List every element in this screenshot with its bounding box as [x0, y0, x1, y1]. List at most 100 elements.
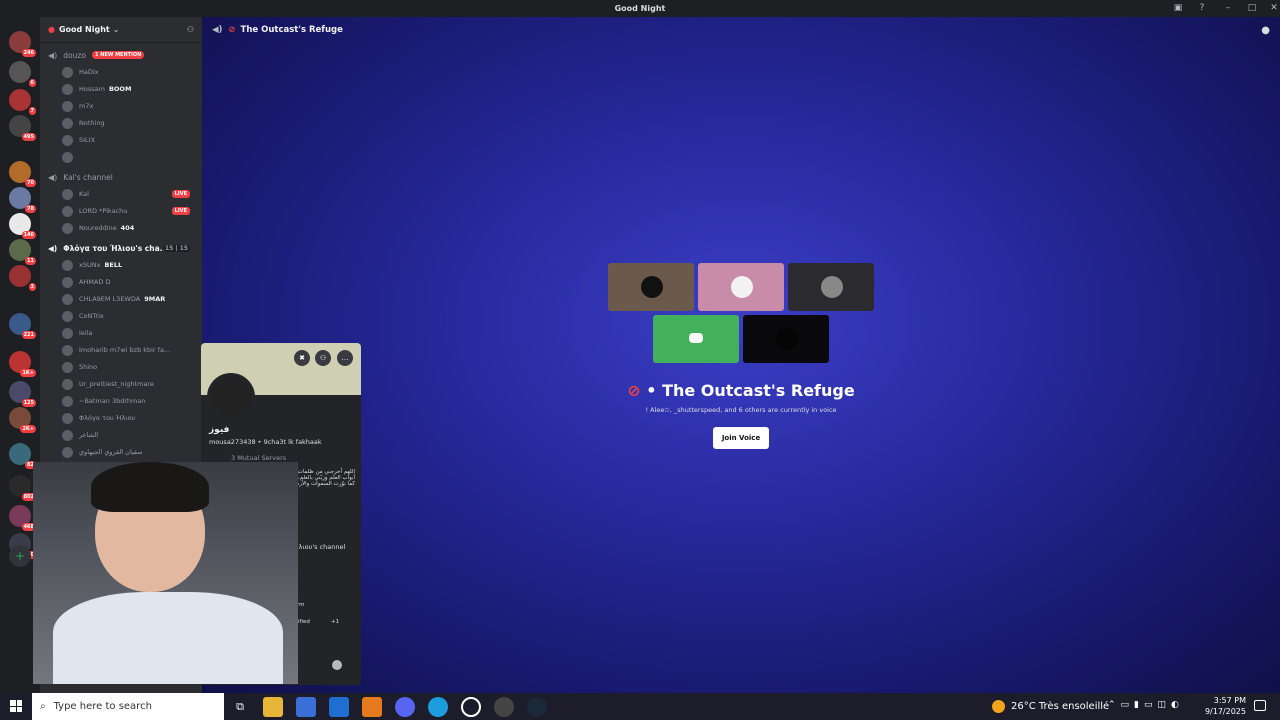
clock[interactable]: 3:57 PM 9/17/2025	[1200, 695, 1246, 717]
file-explorer-icon[interactable]	[263, 697, 283, 717]
taskbar-search[interactable]: ⌕ Type here to search	[32, 693, 224, 720]
voice-user[interactable]: leila	[40, 325, 200, 341]
avatar	[207, 373, 255, 421]
minimize-button[interactable]: –	[1216, 0, 1240, 17]
avatar	[776, 328, 798, 350]
avatar	[62, 151, 73, 163]
voice-user[interactable]: CoNTrix	[40, 308, 200, 324]
help-icon[interactable]: ?	[1190, 0, 1214, 17]
voice-channel[interactable]: ◀) Φλόγα του Ήλιου's cha... 15 | 15	[40, 240, 200, 256]
discord-icon[interactable]	[395, 697, 415, 717]
webcam-overlay	[33, 462, 298, 684]
add-member-icon[interactable]: ⚇	[187, 25, 194, 34]
server-icon[interactable]: 468	[9, 505, 36, 531]
more-icon[interactable]: …	[337, 350, 353, 366]
server-icon[interactable]: 246	[9, 31, 36, 57]
voice-channel[interactable]: ◀) Kal's channel	[40, 169, 200, 185]
channel-row-label: CoNTrix	[79, 312, 104, 320]
channel-header: ◀) ⊘ The Outcast's Refuge ●	[202, 17, 1280, 43]
server-icon[interactable]: 70	[9, 161, 36, 187]
avatar	[62, 310, 73, 322]
channel-row-label: xSUNx	[79, 261, 101, 269]
app-icon[interactable]	[494, 697, 514, 717]
mention-badge[interactable]: 1 NEW MENTION	[92, 51, 145, 59]
mutual-servers[interactable]: 3 Mutual Servers	[231, 454, 286, 462]
edge-icon[interactable]	[428, 697, 448, 717]
app-icon[interactable]	[461, 697, 481, 717]
store-icon[interactable]	[296, 697, 316, 717]
user-tag: 404	[120, 224, 135, 232]
voice-user[interactable]: HaDix	[40, 64, 200, 80]
voice-user[interactable]: SILIX	[40, 132, 200, 148]
server-icon[interactable]: 1K+	[9, 351, 36, 377]
weather-text[interactable]: 26°C Très ensoleillé	[1011, 701, 1109, 712]
no-entry-icon: ⊘	[627, 381, 641, 400]
server-icon[interactable]: 221	[9, 313, 36, 339]
server-icon[interactable]: 3	[9, 265, 36, 291]
server-icon[interactable]: 6	[9, 61, 36, 87]
server-header[interactable]: ● Good Night ⌄ ⚇	[40, 17, 202, 43]
emoji-icon[interactable]	[332, 660, 342, 670]
outlook-icon[interactable]	[329, 697, 349, 717]
add-friend-icon[interactable]: ⚇	[315, 350, 331, 366]
voice-user[interactable]: m7x	[40, 98, 200, 114]
server-icon[interactable]: 2K+	[9, 407, 36, 433]
unread-badge: 495	[21, 133, 36, 141]
join-voice-button[interactable]: Join Voice	[713, 427, 769, 449]
user-tag: BELL	[104, 261, 123, 269]
avatar	[62, 134, 73, 146]
task-view-icon[interactable]: ⧉	[230, 697, 250, 717]
server-icon[interactable]: 146	[9, 213, 36, 239]
participant-tile[interactable]	[788, 263, 874, 311]
voice-user[interactable]: Hossam BOOM	[40, 81, 200, 97]
inbox-icon[interactable]: ▣	[1166, 0, 1190, 17]
server-icon[interactable]: 125	[9, 381, 36, 407]
server-icon[interactable]: 11	[9, 239, 36, 265]
unread-badge: 70	[25, 179, 36, 187]
voice-user[interactable]	[40, 149, 200, 165]
speaker-icon: ◀)	[212, 25, 223, 35]
voice-user[interactable]: Kal LIVE	[40, 186, 200, 202]
channel-row-label: Φλόγα του Ήλιου's cha...	[63, 243, 169, 253]
unread-badge: 146	[21, 231, 36, 239]
server-icon[interactable]: 802	[9, 475, 36, 501]
voice-user[interactable]: Shino	[40, 359, 200, 375]
voice-user[interactable]: lmoharib m7wi bzb kbir fa...	[40, 342, 200, 358]
server-icon[interactable]: 82	[9, 443, 36, 469]
voice-user[interactable]: xSUNx BELL	[40, 257, 200, 273]
participant-tile[interactable]	[698, 263, 784, 311]
notification-icon[interactable]	[1254, 700, 1266, 711]
tray-icons[interactable]: ⌃▭▮▭◫◐	[1108, 700, 1184, 710]
channel-row-label: Φλόγα του Ήλιου	[79, 414, 136, 422]
participant-tile[interactable]	[608, 263, 694, 311]
voice-user[interactable]: ~Batman 3bdrhman	[40, 393, 200, 409]
voice-user[interactable]: Ur_prettiest_nightmare	[40, 376, 200, 392]
voice-user[interactable]: LORD *Pikachu LIVE	[40, 203, 200, 219]
block-icon[interactable]: ✖	[294, 350, 310, 366]
voice-user[interactable]: CHLA9EM L3EWDA 9MAR	[40, 291, 200, 307]
voice-user[interactable]: AHMAD D	[40, 274, 200, 290]
unread-badge: 1K+	[20, 369, 36, 377]
voice-user[interactable]: Φλόγα του Ήλιου	[40, 410, 200, 426]
steam-icon[interactable]	[527, 697, 547, 717]
participant-tile[interactable]	[653, 315, 739, 363]
windows-start-icon[interactable]	[10, 700, 22, 712]
avatar	[731, 276, 753, 298]
voice-user[interactable]: الشاعر	[40, 427, 200, 443]
server-icon[interactable]: 495	[9, 115, 36, 141]
server-icon[interactable]: 78	[9, 187, 36, 213]
channel-row-label: lmoharib m7wi bzb kbir fa...	[79, 346, 171, 354]
app-icon[interactable]	[362, 697, 382, 717]
close-button[interactable]: ✕	[1262, 0, 1280, 17]
participant-tile[interactable]	[743, 315, 829, 363]
voice-user[interactable]: Nothing	[40, 115, 200, 131]
streamer-shirt	[53, 592, 283, 684]
voice-title: ⊘ • The Outcast's Refuge	[627, 381, 855, 400]
add-server-icon[interactable]: +	[9, 545, 31, 567]
server-icon[interactable]: 7	[9, 89, 36, 115]
chat-icon[interactable]: ●	[1261, 25, 1270, 36]
voice-user[interactable]: سفيان القزوي الجبهاوي	[40, 444, 200, 460]
voice-user[interactable]: Noureddine 404	[40, 220, 200, 236]
maximize-button[interactable]: □	[1240, 0, 1264, 17]
voice-channel[interactable]: ◀) douzo 1 NEW MENTION	[40, 47, 200, 63]
